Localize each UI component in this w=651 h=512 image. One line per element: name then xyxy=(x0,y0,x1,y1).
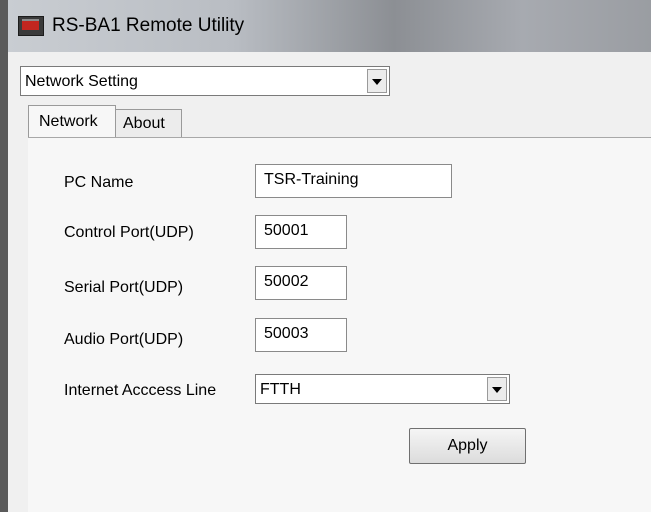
apply-button-label: Apply xyxy=(447,437,488,454)
mode-select[interactable]: Network Setting xyxy=(20,66,390,96)
tab-network[interactable]: Network xyxy=(28,105,116,138)
control-port-value: 50001 xyxy=(264,222,309,239)
serial-port-input[interactable]: 50002 xyxy=(255,266,347,300)
serial-port-label: Serial Port(UDP) xyxy=(64,279,184,296)
control-port-input[interactable]: 50001 xyxy=(255,215,347,249)
internet-access-line-dropdown-button[interactable] xyxy=(487,377,507,401)
audio-port-input[interactable]: 50003 xyxy=(255,318,347,352)
app-icon[interactable] xyxy=(18,16,44,36)
title-bar[interactable]: RS-BA1 Remote Utility xyxy=(8,0,651,52)
internet-access-line-label: Internet Acccess Line xyxy=(64,382,217,399)
tab-about[interactable]: About xyxy=(116,109,182,138)
control-port-label: Control Port(UDP) xyxy=(64,224,194,241)
app-icon-red-band xyxy=(22,21,39,30)
internet-access-line-select[interactable]: FTTH xyxy=(255,374,510,404)
mode-select-value: Network Setting xyxy=(25,73,138,90)
audio-port-label: Audio Port(UDP) xyxy=(64,331,184,348)
pc-name-input[interactable]: TSR-Training xyxy=(255,164,452,198)
chevron-down-icon xyxy=(492,387,502,393)
tab-about-label: About xyxy=(123,115,165,132)
apply-button[interactable]: Apply xyxy=(409,428,526,464)
audio-port-value: 50003 xyxy=(264,325,309,342)
pc-name-label: PC Name xyxy=(64,174,134,191)
tab-network-label: Network xyxy=(39,113,98,130)
client-area: Network Setting Network About PC Name TS… xyxy=(8,52,651,512)
app-window: RS-BA1 Remote Utility Network Setting Ne… xyxy=(8,0,651,512)
network-tab-panel: PC Name TSR-Training Control Port(UDP) 5… xyxy=(28,137,651,512)
chevron-down-icon xyxy=(372,79,382,85)
pc-name-value: TSR-Training xyxy=(264,171,359,188)
internet-access-line-value: FTTH xyxy=(260,381,301,398)
mode-select-dropdown-button[interactable] xyxy=(367,69,387,93)
serial-port-value: 50002 xyxy=(264,273,309,290)
window-title: RS-BA1 Remote Utility xyxy=(52,15,245,36)
